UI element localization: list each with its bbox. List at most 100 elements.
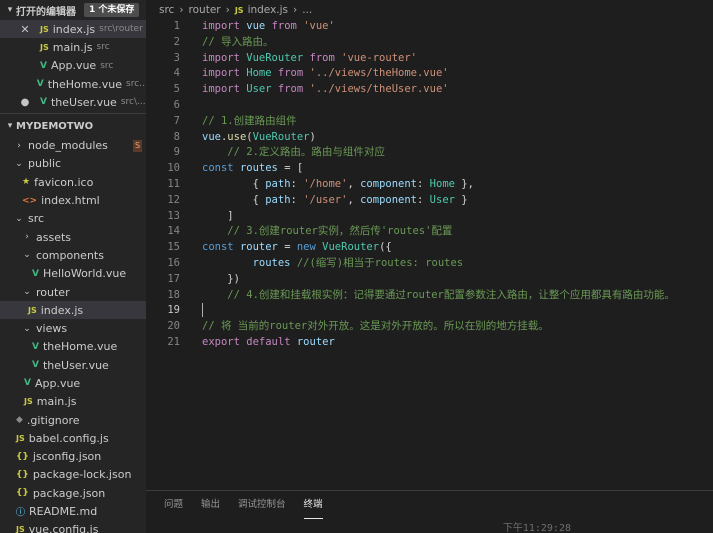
unsaved-dot-icon[interactable]: ●: [18, 97, 32, 108]
info-icon: ⓘ: [16, 508, 26, 519]
tree-file-package[interactable]: {} package.json: [0, 484, 146, 502]
js-file-icon: JS: [28, 305, 37, 315]
tree-folder-assets[interactable]: › assets: [0, 228, 146, 246]
tree-label: .gitignore: [26, 413, 80, 427]
code-text: // 导入路由。: [202, 35, 274, 48]
vue-file-icon: V: [36, 79, 44, 90]
line-number: 16: [167, 256, 180, 269]
line-number: 2: [173, 35, 180, 48]
tree-label: router: [36, 285, 70, 299]
tree-file-theuser[interactable]: V theUser.vue: [0, 356, 146, 374]
terminal-timestamp: 下午11:29:28: [502, 523, 571, 533]
panel-tabs: 问题 输出 调试控制台 终端: [146, 491, 713, 519]
tree-file-readme[interactable]: ⓘ README.md: [0, 502, 146, 520]
tree-folder-components[interactable]: ⌄ components: [0, 246, 146, 264]
tree-file-gitignore[interactable]: ◆ .gitignore: [0, 411, 146, 429]
line-number: 1: [173, 20, 180, 32]
tree-label: theHome.vue: [42, 340, 118, 354]
tree-label: views: [36, 322, 68, 336]
open-editor-path: src\router: [99, 24, 143, 35]
chevron-down-icon: ⌄: [15, 158, 23, 169]
code-text: // 3.创建router实例，然后传'routes'配置: [227, 225, 453, 238]
open-editor-name: App.vue: [50, 59, 97, 73]
breadcrumb-item-src[interactable]: src: [159, 4, 174, 16]
code-editor[interactable]: src › router › JS index.js › ... 1 import…: [146, 0, 713, 490]
chevron-right-icon: ›: [17, 140, 21, 151]
code-line: 18 // 4.创建和挂载根实例：记得要通过router配置参数注入路由，让整个…: [146, 288, 713, 304]
chevron-right-icon: ›: [25, 232, 29, 243]
open-editor-item[interactable]: JS main.js src: [0, 38, 146, 56]
line-number: 11: [167, 177, 180, 190]
code-text: { path: '/home', component: Home },: [252, 177, 474, 190]
tab-output[interactable]: 输出: [201, 491, 220, 519]
status-badge: S: [133, 139, 142, 152]
breadcrumb-item-router[interactable]: router: [189, 4, 221, 16]
tab-terminal[interactable]: 终端: [303, 491, 323, 519]
breadcrumb-item-file[interactable]: index.js: [248, 4, 288, 16]
tree-file-app-vue[interactable]: V App.vue: [0, 374, 146, 392]
tree-file-main-js[interactable]: JS main.js: [0, 393, 146, 411]
tree-file-helloworld[interactable]: V HelloWorld.vue: [0, 265, 146, 283]
line-number: 4: [173, 67, 180, 80]
code-text: // 4.创建和挂载根实例：记得要通过router配置参数注入路由，让整个应用都…: [227, 288, 675, 301]
vue-file-icon: V: [32, 268, 39, 279]
code-line: 16 routes //(缩写)相当于routes: routes: [146, 256, 713, 272]
tab-debug-console[interactable]: 调试控制台: [238, 491, 286, 519]
open-editor-item[interactable]: V theHome.vue src...: [0, 75, 146, 93]
code-text: { path: '/user', component: User }: [252, 193, 468, 206]
code-line: 10 const routes = [: [146, 161, 713, 177]
line-number: 10: [167, 162, 180, 175]
code-text: import User from '../views/theUser.vue': [202, 83, 449, 96]
code-line: 12 { path: '/user', component: User }: [146, 193, 713, 209]
line-number: 15: [167, 241, 180, 254]
code-line: 19: [146, 303, 713, 319]
code-area[interactable]: 1 import vue from 'vue' 2 // 导入路由。 3 import…: [146, 19, 713, 351]
code-text: import vue from 'vue': [202, 20, 335, 32]
tree-file-index-html[interactable]: <> index.html: [0, 191, 146, 209]
tree-label: public: [28, 157, 62, 171]
tree-folder-router[interactable]: ⌄ router: [0, 283, 146, 301]
open-editor-name: theHome.vue: [47, 77, 123, 91]
tree-folder-public[interactable]: ⌄ public: [0, 155, 146, 173]
tree-label: vue.config.js: [28, 523, 99, 533]
project-header[interactable]: ▾ MYDEMOTWO: [0, 116, 146, 136]
line-number: 19: [167, 304, 180, 317]
chevron-down-icon: ⌄: [23, 323, 31, 334]
open-editors-title: 打开的编辑器: [16, 6, 76, 18]
code-text: [180, 303, 203, 319]
tree-folder-views[interactable]: ⌄ views: [0, 319, 146, 337]
open-editor-item[interactable]: ● V theUser.vue src\...: [0, 93, 146, 111]
tree-label: theUser.vue: [42, 358, 109, 372]
line-number: 5: [173, 83, 180, 96]
code-text: // 1.创建路由组件: [202, 114, 297, 127]
tree-folder-node-modules[interactable]: › node_modules S: [0, 136, 146, 154]
tree-folder-src[interactable]: ⌄ src: [0, 210, 146, 228]
tree-file-babel[interactable]: JS babel.config.js: [0, 429, 146, 447]
json-file-icon: {}: [16, 469, 29, 480]
code-line: 4 import Home from '../views/theHome.vue': [146, 66, 713, 82]
line-number: 17: [167, 272, 180, 285]
open-editor-item[interactable]: V App.vue src: [0, 57, 146, 75]
tab-problems[interactable]: 问题: [164, 491, 183, 519]
tree-file-favicon[interactable]: ★ favicon.ico: [0, 173, 146, 191]
code-line: 20 // 将 当前的router对外开放。这是对外开放的。所以在别的地方挂载。: [146, 319, 713, 335]
chevron-down-icon: ▾: [7, 5, 13, 15]
open-editor-item[interactable]: ✕ JS index.js src\router: [0, 20, 146, 39]
vue-file-icon: V: [24, 378, 31, 389]
unsaved-badge: 1 个未保存: [84, 3, 140, 17]
tree-file-router-index[interactable]: JS index.js: [0, 301, 146, 320]
close-icon[interactable]: ✕: [18, 23, 32, 36]
code-line: 1 import vue from 'vue': [146, 19, 713, 35]
code-text: export default router: [202, 335, 335, 348]
chevron-down-icon: ⌄: [23, 250, 31, 261]
tree-file-jsconfig[interactable]: {} jsconfig.json: [0, 448, 146, 466]
open-editors-header[interactable]: ▾ 打开的编辑器 1 个未保存: [0, 0, 146, 20]
breadcrumb-item-more[interactable]: ...: [302, 4, 312, 16]
tree-file-vue-config[interactable]: JS vue.config.js: [0, 521, 146, 533]
tree-file-thehome[interactable]: V theHome.vue: [0, 338, 146, 356]
tree-label: HelloWorld.vue: [42, 267, 127, 281]
tree-file-package-lock[interactable]: {} package-lock.json: [0, 466, 146, 484]
vue-file-icon: V: [40, 60, 47, 71]
code-text: }): [227, 272, 240, 285]
explorer-sidebar: ▾ 打开的编辑器 1 个未保存 ✕ JS index.js src\router…: [0, 0, 146, 533]
